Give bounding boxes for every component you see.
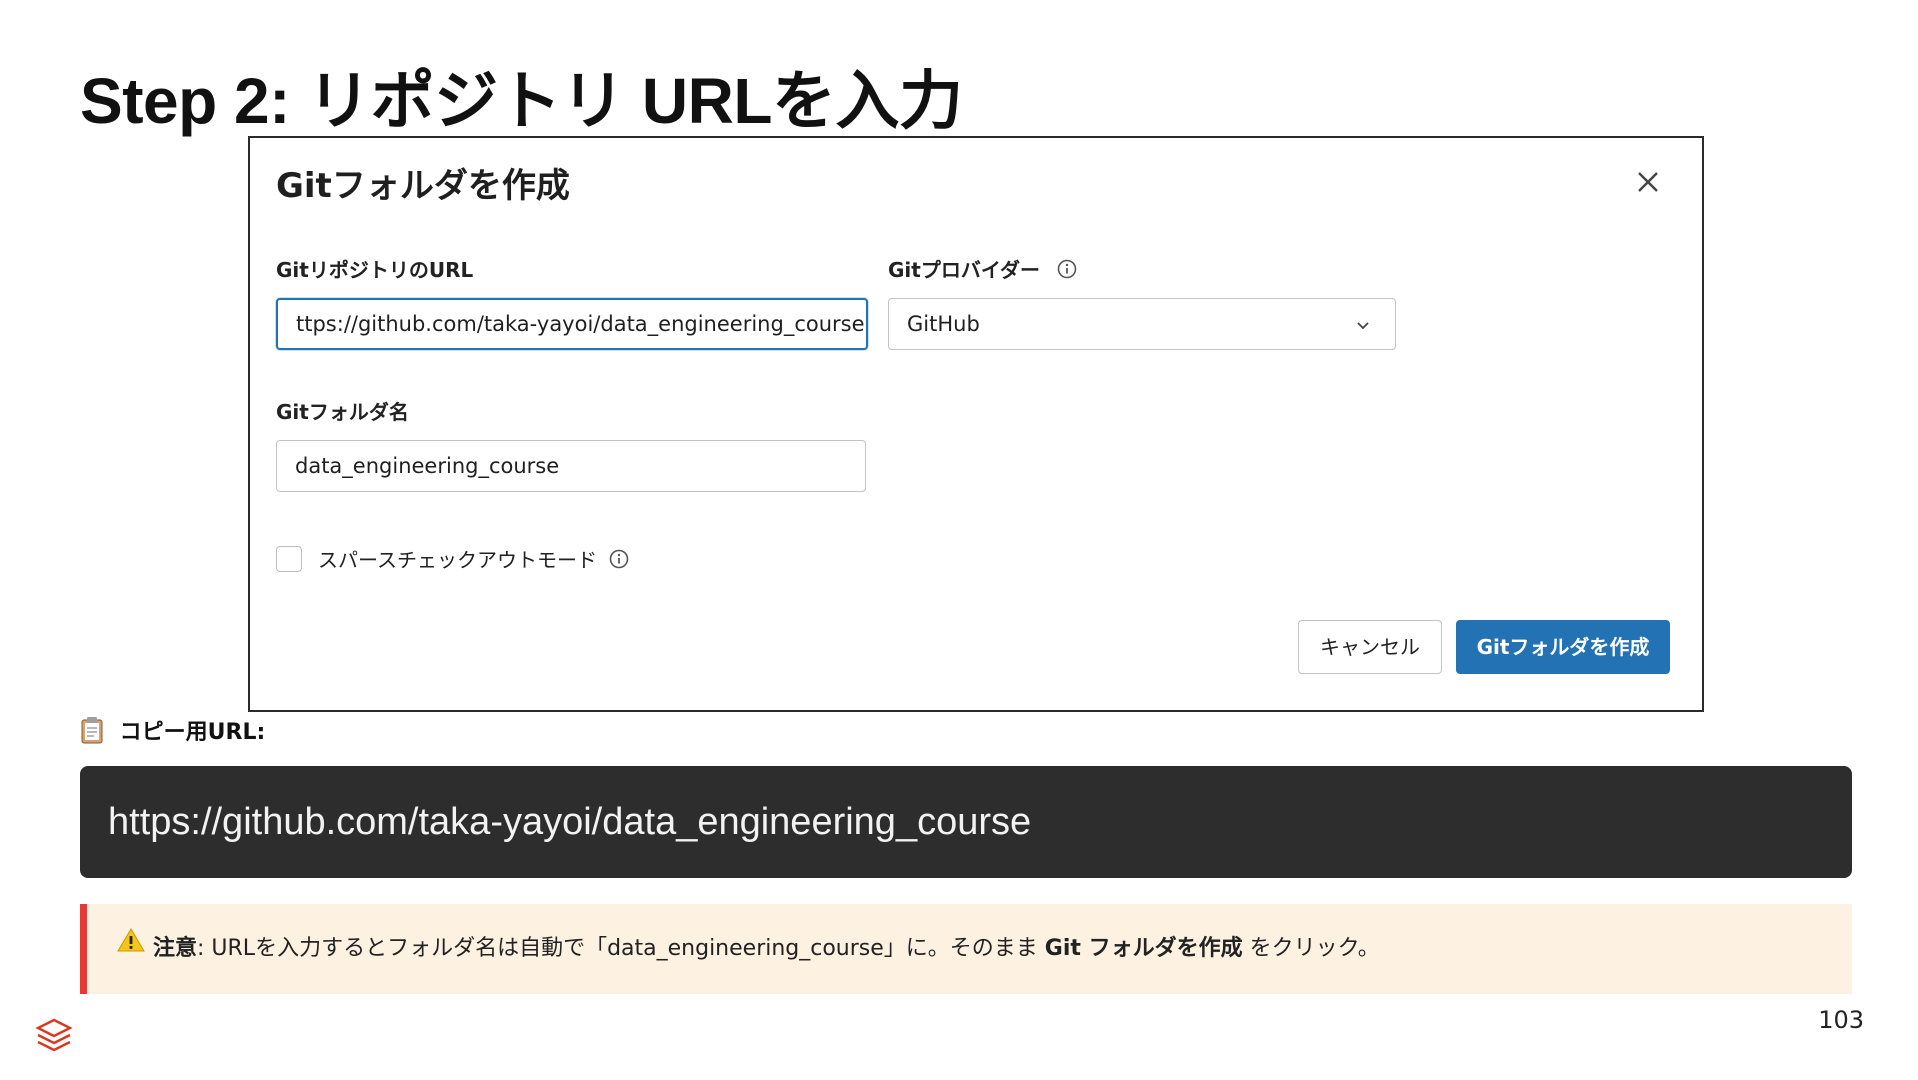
warning-icon [117,902,145,992]
cancel-button[interactable]: キャンセル [1298,620,1442,674]
repo-url-input[interactable]: ttps://github.com/taka-yayoi/data_engine… [276,298,868,350]
close-button[interactable] [1632,166,1664,198]
create-git-folder-dialog: Gitフォルダを作成 GitリポジトリのURL ttps://github.co… [248,136,1704,712]
sparse-checkout-label: スパースチェックアウトモード [318,548,597,572]
folder-name-label: Gitフォルダ名 [276,400,409,424]
chevron-down-icon [1357,322,1369,330]
repo-url-label: GitリポジトリのURL [276,258,474,282]
note-suffix: をクリック。 [1242,936,1380,961]
copy-url-label: コピー用URL: [119,720,266,745]
git-provider-label: Gitプロバイダー [888,258,1041,282]
info-icon[interactable] [1057,259,1077,284]
copy-url-label-row: コピー用URL: [80,714,265,750]
slide-title: Step 2: リポジトリ URLを入力 [80,65,963,137]
clipboard-icon [80,716,104,750]
databricks-logo-icon [34,1016,74,1060]
note-callout: 注意: URLを入力するとフォルダ名は自動で「data_engineering_… [80,904,1852,994]
sparse-checkout-checkbox[interactable] [276,546,302,572]
git-provider-value: GitHub [907,312,980,336]
folder-name-input[interactable]: data_engineering_course [276,440,866,492]
create-git-folder-button[interactable]: Gitフォルダを作成 [1456,620,1670,674]
sparse-checkout-row: スパースチェックアウトモード [318,544,629,574]
note-emphasis: Git フォルダを作成 [1044,936,1243,961]
close-icon [1638,172,1658,192]
git-provider-select[interactable]: GitHub [888,298,1396,350]
copy-url-code-block[interactable]: https://github.com/taka-yayoi/data_engin… [80,766,1852,878]
git-provider-label-row: Gitプロバイダー [888,254,1077,284]
note-strong: 注意 [153,936,198,961]
page-number: 103 [1818,1006,1864,1034]
note-text: : URLを入力するとフォルダ名は自動で「data_engineering_co… [197,936,1045,961]
info-icon[interactable] [609,549,629,574]
dialog-title: Gitフォルダを作成 [276,166,570,206]
